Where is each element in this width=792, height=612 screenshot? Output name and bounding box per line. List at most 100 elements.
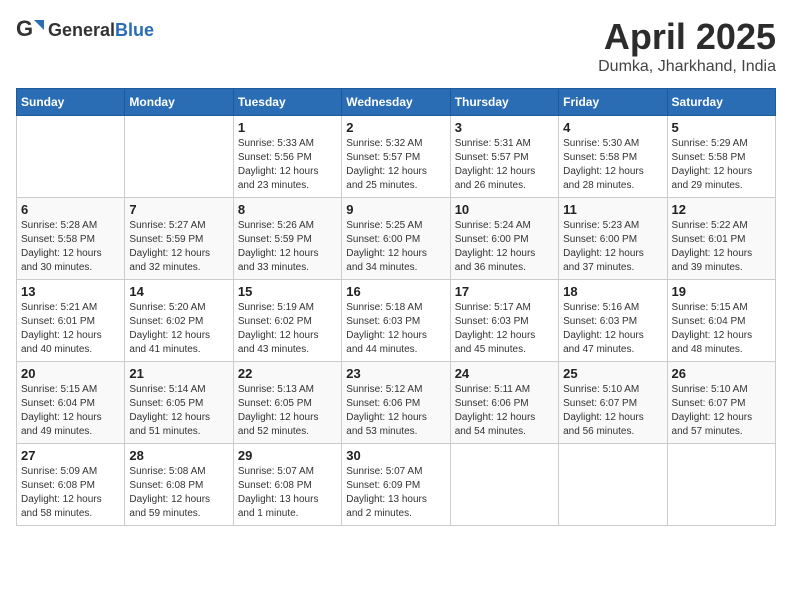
calendar-day-cell: 3 Sunrise: 5:31 AM Sunset: 5:57 PM Daylig… [450,116,558,198]
calendar-header-row: SundayMondayTuesdayWednesdayThursdayFrid… [17,89,776,116]
day-number: 28 [129,448,228,463]
day-number: 9 [346,202,445,217]
month-title: April 2025 [598,16,776,58]
day-info: Sunrise: 5:29 AM Sunset: 5:58 PM Dayligh… [672,137,771,193]
calendar-weekday-header: Friday [559,89,667,116]
calendar-weekday-header: Tuesday [233,89,341,116]
logo-blue-text: Blue [115,20,154,40]
day-info: Sunrise: 5:24 AM Sunset: 6:00 PM Dayligh… [455,219,554,275]
day-number: 11 [563,202,662,217]
day-number: 5 [672,120,771,135]
day-info: Sunrise: 5:20 AM Sunset: 6:02 PM Dayligh… [129,301,228,357]
calendar-day-cell: 23 Sunrise: 5:12 AM Sunset: 6:06 PM Dayli… [342,362,450,444]
calendar-day-cell: 9 Sunrise: 5:25 AM Sunset: 6:00 PM Daylig… [342,198,450,280]
calendar-day-cell [17,116,125,198]
calendar-day-cell: 19Sunrise: 5:15 AM Sunset: 6:04 PM Dayli… [667,280,775,362]
day-info: Sunrise: 5:31 AM Sunset: 5:57 PM Dayligh… [455,137,554,193]
calendar-day-cell: 2 Sunrise: 5:32 AM Sunset: 5:57 PM Daylig… [342,116,450,198]
day-number: 30 [346,448,445,463]
calendar-day-cell: 28 Sunrise: 5:08 AM Sunset: 6:08 PM Dayli… [125,444,233,526]
calendar-day-cell: 21 Sunrise: 5:14 AM Sunset: 6:05 PM Dayli… [125,362,233,444]
day-number: 12 [672,202,771,217]
calendar-day-cell: 6Sunrise: 5:28 AM Sunset: 5:58 PM Daylig… [17,198,125,280]
calendar-day-cell: 30 Sunrise: 5:07 AM Sunset: 6:09 PM Dayli… [342,444,450,526]
logo-icon: G [16,16,44,44]
day-number: 20 [21,366,120,381]
day-info: Sunrise: 5:08 AM Sunset: 6:08 PM Dayligh… [129,465,228,521]
day-info: Sunrise: 5:25 AM Sunset: 6:00 PM Dayligh… [346,219,445,275]
day-info: Sunrise: 5:10 AM Sunset: 6:07 PM Dayligh… [563,383,662,439]
day-info: Sunrise: 5:14 AM Sunset: 6:05 PM Dayligh… [129,383,228,439]
day-info: Sunrise: 5:22 AM Sunset: 6:01 PM Dayligh… [672,219,771,275]
day-number: 16 [346,284,445,299]
location-title: Dumka, Jharkhand, India [598,58,776,76]
calendar-day-cell: 13Sunrise: 5:21 AM Sunset: 6:01 PM Dayli… [17,280,125,362]
day-number: 17 [455,284,554,299]
day-info: Sunrise: 5:09 AM Sunset: 6:08 PM Dayligh… [21,465,120,521]
day-number: 21 [129,366,228,381]
day-number: 27 [21,448,120,463]
calendar-day-cell: 25 Sunrise: 5:10 AM Sunset: 6:07 PM Dayli… [559,362,667,444]
day-number: 2 [346,120,445,135]
logo-general-text: General [48,20,115,40]
day-info: Sunrise: 5:23 AM Sunset: 6:00 PM Dayligh… [563,219,662,275]
day-info: Sunrise: 5:17 AM Sunset: 6:03 PM Dayligh… [455,301,554,357]
calendar-day-cell: 7 Sunrise: 5:27 AM Sunset: 5:59 PM Daylig… [125,198,233,280]
day-info: Sunrise: 5:19 AM Sunset: 6:02 PM Dayligh… [238,301,337,357]
calendar-day-cell: 29 Sunrise: 5:07 AM Sunset: 6:08 PM Dayli… [233,444,341,526]
calendar-day-cell: 11 Sunrise: 5:23 AM Sunset: 6:00 PM Dayli… [559,198,667,280]
day-number: 25 [563,366,662,381]
day-info: Sunrise: 5:33 AM Sunset: 5:56 PM Dayligh… [238,137,337,193]
svg-text:G: G [16,16,33,41]
day-number: 24 [455,366,554,381]
calendar-day-cell [125,116,233,198]
calendar-day-cell: 14 Sunrise: 5:20 AM Sunset: 6:02 PM Dayli… [125,280,233,362]
calendar-day-cell [559,444,667,526]
day-info: Sunrise: 5:10 AM Sunset: 6:07 PM Dayligh… [672,383,771,439]
day-info: Sunrise: 5:11 AM Sunset: 6:06 PM Dayligh… [455,383,554,439]
calendar-day-cell: 24 Sunrise: 5:11 AM Sunset: 6:06 PM Dayli… [450,362,558,444]
calendar-day-cell [667,444,775,526]
calendar-day-cell: 18 Sunrise: 5:16 AM Sunset: 6:03 PM Dayli… [559,280,667,362]
calendar-day-cell: 5 Sunrise: 5:29 AM Sunset: 5:58 PM Daylig… [667,116,775,198]
day-number: 22 [238,366,337,381]
day-info: Sunrise: 5:30 AM Sunset: 5:58 PM Dayligh… [563,137,662,193]
calendar-day-cell: 20 Sunrise: 5:15 AM Sunset: 6:04 PM Dayli… [17,362,125,444]
calendar-weekday-header: Thursday [450,89,558,116]
calendar-day-cell: 10 Sunrise: 5:24 AM Sunset: 6:00 PM Dayli… [450,198,558,280]
day-number: 10 [455,202,554,217]
calendar-table: SundayMondayTuesdayWednesdayThursdayFrid… [16,88,776,526]
day-info: Sunrise: 5:27 AM Sunset: 5:59 PM Dayligh… [129,219,228,275]
day-info: Sunrise: 5:16 AM Sunset: 6:03 PM Dayligh… [563,301,662,357]
calendar-day-cell: 12 Sunrise: 5:22 AM Sunset: 6:01 PM Dayli… [667,198,775,280]
calendar-day-cell: 8Sunrise: 5:26 AM Sunset: 5:59 PM Daylig… [233,198,341,280]
day-info: Sunrise: 5:32 AM Sunset: 5:57 PM Dayligh… [346,137,445,193]
calendar-week-row: 13Sunrise: 5:21 AM Sunset: 6:01 PM Dayli… [17,280,776,362]
day-number: 14 [129,284,228,299]
day-number: 7 [129,202,228,217]
day-info: Sunrise: 5:15 AM Sunset: 6:04 PM Dayligh… [21,383,120,439]
title-area: April 2025 Dumka, Jharkhand, India [598,16,776,76]
calendar-day-cell: 16Sunrise: 5:18 AM Sunset: 6:03 PM Dayli… [342,280,450,362]
calendar-weekday-header: Wednesday [342,89,450,116]
day-info: Sunrise: 5:26 AM Sunset: 5:59 PM Dayligh… [238,219,337,275]
day-number: 29 [238,448,337,463]
calendar-weekday-header: Monday [125,89,233,116]
calendar-day-cell [450,444,558,526]
calendar-week-row: 20 Sunrise: 5:15 AM Sunset: 6:04 PM Dayli… [17,362,776,444]
day-number: 15 [238,284,337,299]
day-number: 4 [563,120,662,135]
day-info: Sunrise: 5:07 AM Sunset: 6:08 PM Dayligh… [238,465,337,521]
day-number: 3 [455,120,554,135]
day-number: 1 [238,120,337,135]
calendar-weekday-header: Sunday [17,89,125,116]
page-header: G GeneralBlue April 2025 Dumka, Jharkhan… [16,16,776,76]
day-number: 23 [346,366,445,381]
day-info: Sunrise: 5:07 AM Sunset: 6:09 PM Dayligh… [346,465,445,521]
calendar-day-cell: 22 Sunrise: 5:13 AM Sunset: 6:05 PM Dayli… [233,362,341,444]
day-number: 18 [563,284,662,299]
calendar-week-row: 27 Sunrise: 5:09 AM Sunset: 6:08 PM Dayli… [17,444,776,526]
day-info: Sunrise: 5:13 AM Sunset: 6:05 PM Dayligh… [238,383,337,439]
day-info: Sunrise: 5:12 AM Sunset: 6:06 PM Dayligh… [346,383,445,439]
calendar-week-row: 1 Sunrise: 5:33 AM Sunset: 5:56 PM Daylig… [17,116,776,198]
